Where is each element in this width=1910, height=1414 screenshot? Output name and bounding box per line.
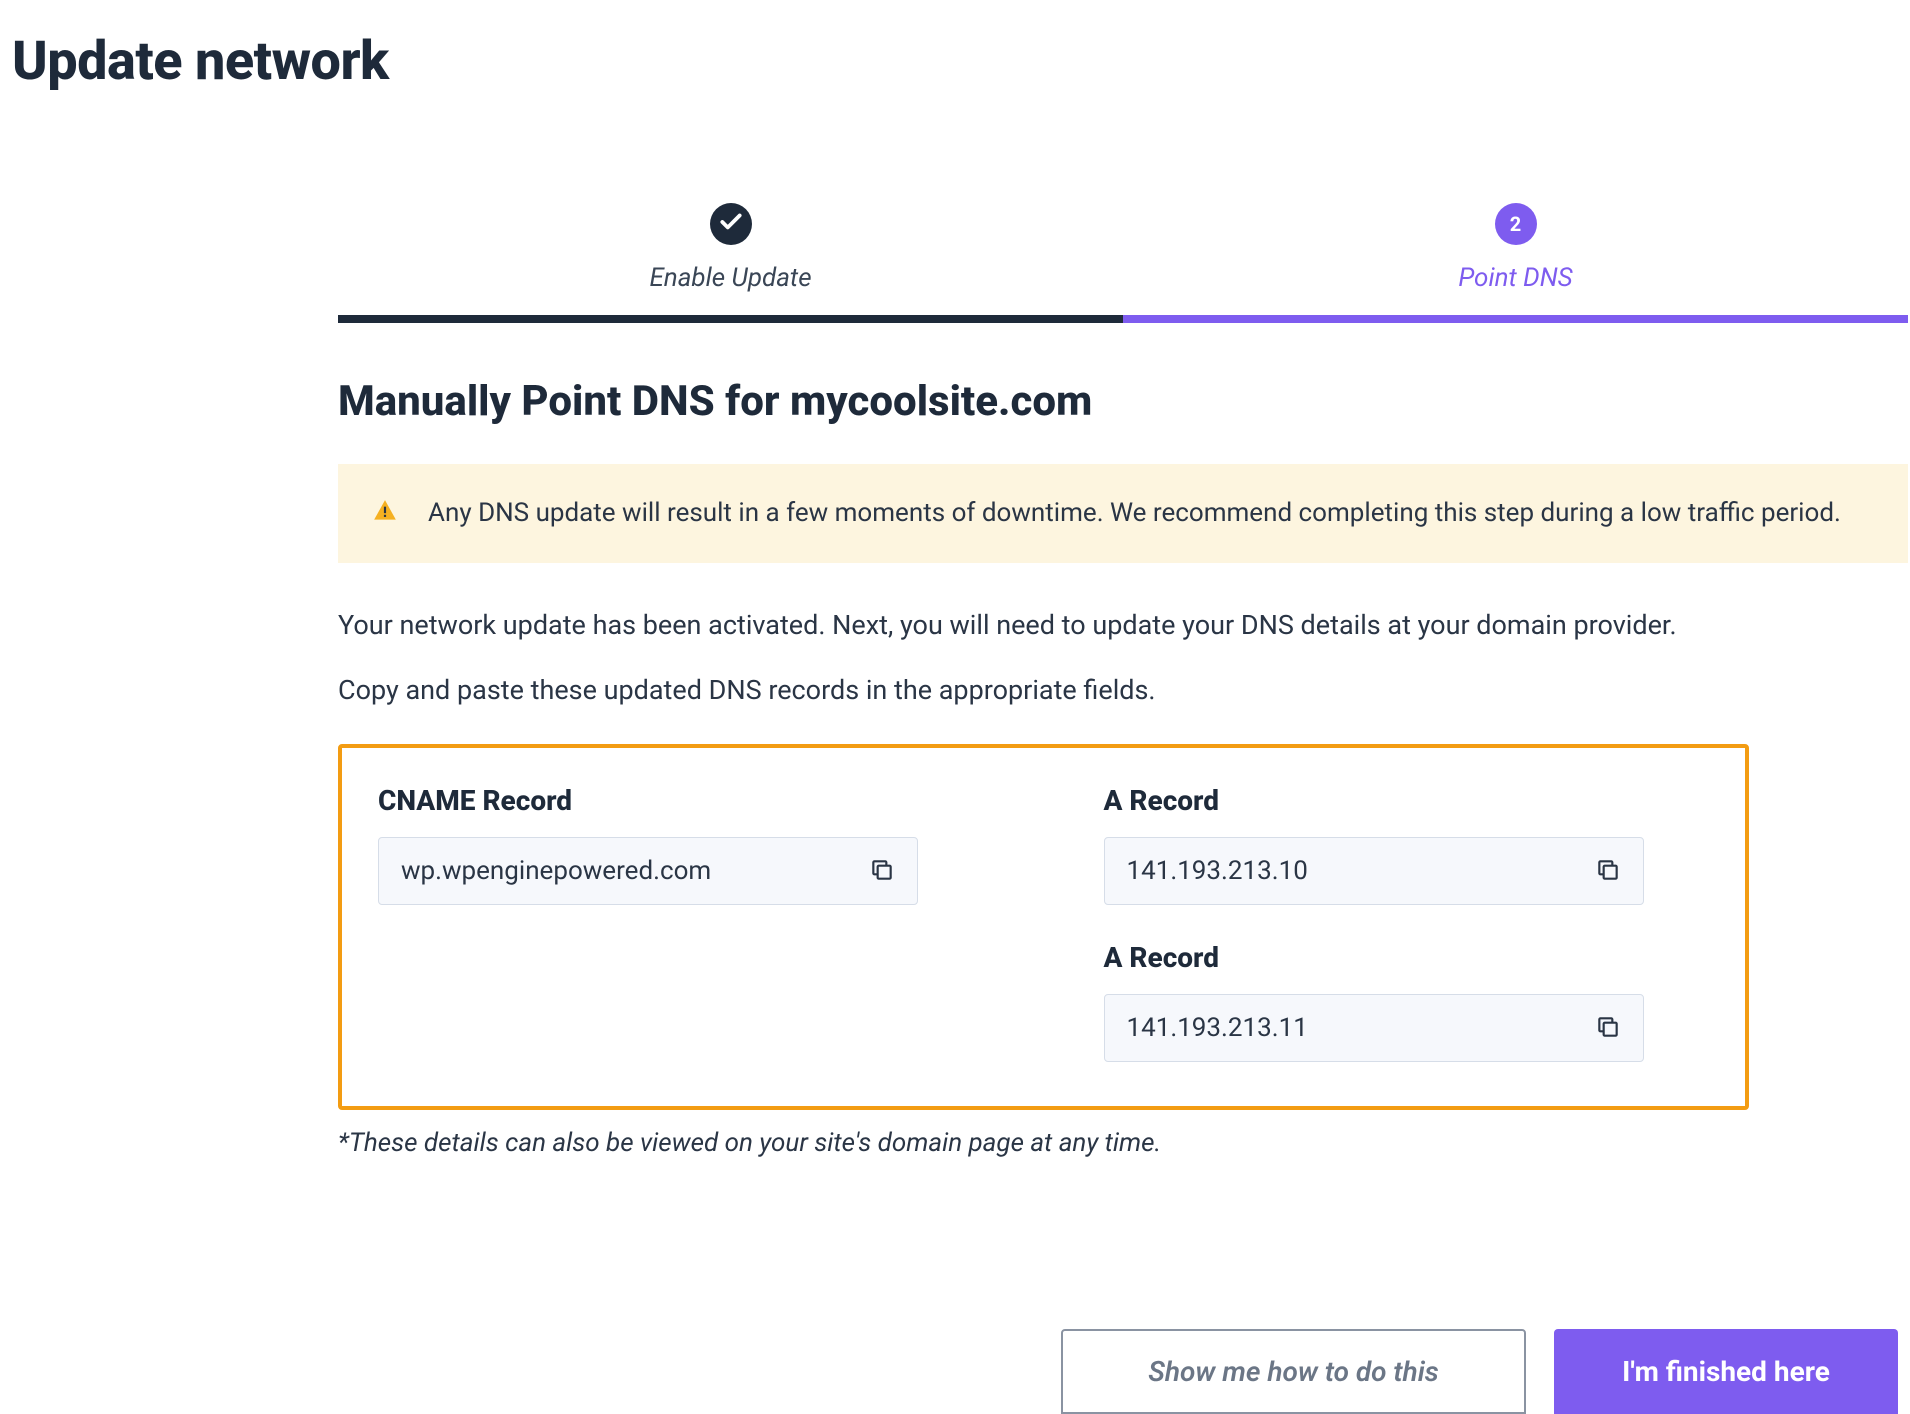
copy-icon [1595, 857, 1621, 886]
a-record-1-field: 141.193.213.10 [1104, 837, 1644, 905]
warning-text: Any DNS update will result in a few mome… [428, 494, 1841, 533]
finished-button[interactable]: I'm finished here [1554, 1329, 1898, 1414]
records-col-right: A Record 141.193.213.10 A Record 141.193… [1104, 784, 1710, 1062]
a-record-2-value: 141.193.213.11 [1127, 1013, 1308, 1043]
warning-alert: Any DNS update will result in a few mome… [338, 464, 1908, 563]
step-label-point-dns: Point DNS [1123, 263, 1908, 293]
copy-icon [1595, 1014, 1621, 1043]
step-enable-update: Enable Update [338, 203, 1123, 315]
cname-record-value: wp.wpenginepowered.com [401, 856, 711, 886]
a-record-2-label: A Record [1104, 941, 1710, 974]
a-record-2-field: 141.193.213.11 [1104, 994, 1644, 1062]
check-icon [718, 209, 744, 239]
show-me-how-button[interactable]: Show me how to do this [1061, 1329, 1526, 1414]
step-progress-bar [338, 315, 1908, 323]
cname-record-field: wp.wpenginepowered.com [378, 837, 918, 905]
a-record-2-block: A Record 141.193.213.11 [1104, 941, 1710, 1062]
step-bar-seg-done [338, 315, 1123, 323]
section-title: Manually Point DNS for mycoolsite.com [338, 377, 1908, 426]
copy-a2-button[interactable] [1595, 1014, 1621, 1043]
a-record-1-block: A Record 141.193.213.10 [1104, 784, 1710, 905]
step-label-enable-update: Enable Update [338, 263, 1123, 293]
cname-record-block: CNAME Record wp.wpenginepowered.com [378, 784, 984, 905]
body-line-1: Your network update has been activated. … [338, 605, 1908, 646]
copy-icon [869, 857, 895, 886]
body-line-2: Copy and paste these updated DNS records… [338, 670, 1908, 711]
a-record-1-value: 141.193.213.10 [1127, 856, 1308, 886]
step-done-circle [710, 203, 752, 245]
records-col-left: CNAME Record wp.wpenginepowered.com [378, 784, 984, 1062]
page-title: Update network [12, 30, 1910, 93]
step-active-circle: 2 [1495, 203, 1537, 245]
step-point-dns: 2 Point DNS [1123, 203, 1908, 315]
step-bar-seg-active [1123, 315, 1908, 323]
footnote: *These details can also be viewed on you… [338, 1128, 1908, 1158]
copy-a1-button[interactable] [1595, 857, 1621, 886]
cname-record-label: CNAME Record [378, 784, 984, 817]
a-record-1-label: A Record [1104, 784, 1710, 817]
dns-records-box: CNAME Record wp.wpenginepowered.com A Re… [338, 744, 1749, 1110]
stepper: Enable Update 2 Point DNS [338, 203, 1908, 315]
copy-cname-button[interactable] [869, 857, 895, 886]
footer-actions: Show me how to do this I'm finished here [0, 1329, 1910, 1414]
main-content: Enable Update 2 Point DNS Manually Point… [338, 203, 1908, 1158]
warning-icon [372, 498, 398, 528]
